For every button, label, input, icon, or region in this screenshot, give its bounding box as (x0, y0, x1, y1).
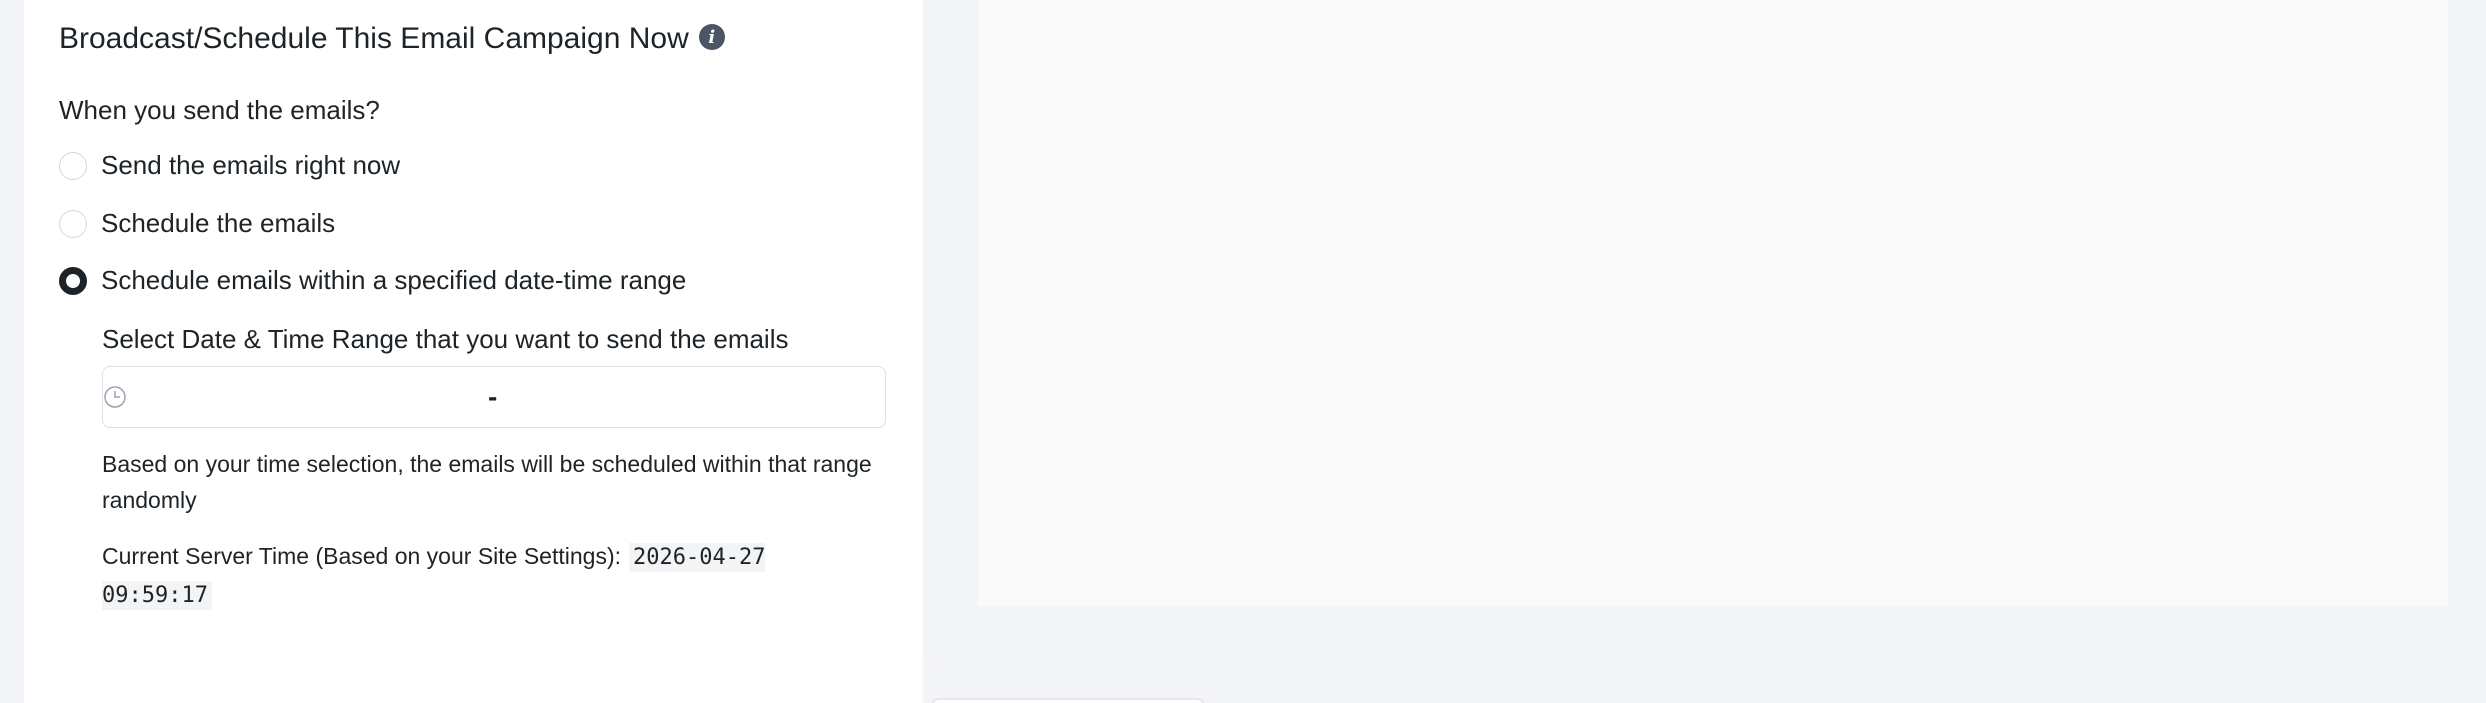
option-send-now[interactable]: Send the emails right now (59, 150, 400, 181)
info-icon[interactable]: i (698, 24, 725, 50)
page: Broadcast/Schedule This Email Campaign N… (0, 0, 2486, 703)
server-time-label: Current Server Time (Based on your Site … (102, 543, 621, 569)
email-preview-area (978, 0, 2448, 606)
option-schedule-range[interactable]: Schedule emails within a specified date-… (59, 265, 686, 296)
section-title-text: Broadcast/Schedule This Email Campaign N… (59, 22, 689, 55)
clock-icon (104, 386, 126, 408)
option-schedule-range-label: Schedule emails within a specified date-… (101, 265, 687, 295)
radio-send-now[interactable] (59, 151, 87, 180)
bottom-tab[interactable] (930, 698, 1206, 703)
date-range-label: Select Date & Time Range that you want t… (102, 324, 789, 354)
date-time-range-picker[interactable]: - (102, 366, 886, 428)
option-schedule-label: Schedule the emails (101, 208, 336, 238)
option-send-now-label: Send the emails right now (101, 150, 401, 180)
radio-schedule-range[interactable] (59, 266, 87, 295)
server-time: Current Server Time (Based on your Site … (102, 538, 882, 614)
section-title: Broadcast/Schedule This Email Campaign N… (59, 22, 725, 56)
range-separator: - (488, 381, 498, 412)
send-time-question: When you send the emails? (59, 95, 380, 125)
option-schedule[interactable]: Schedule the emails (59, 208, 335, 239)
radio-schedule[interactable] (59, 209, 87, 238)
range-help-text: Based on your time selection, the emails… (102, 451, 872, 513)
